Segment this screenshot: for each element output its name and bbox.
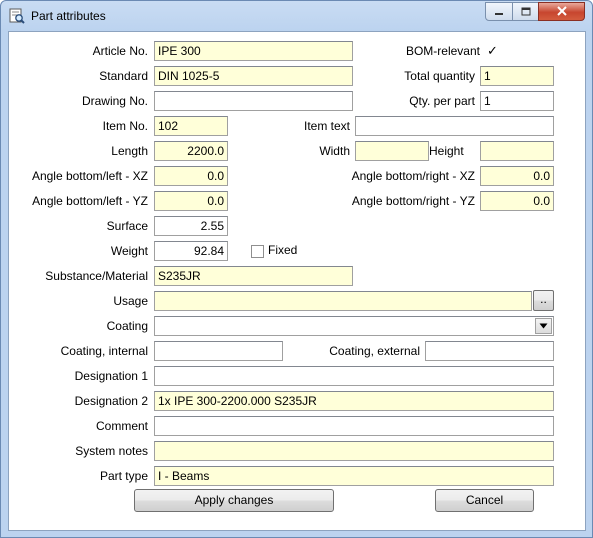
qty-per-part-label: Qty. per part [409,94,475,108]
part-type-field[interactable]: I - Beams [154,466,554,486]
angle-bl-yz-label: Angle bottom/left - YZ [32,194,148,208]
fixed-label: Fixed [268,243,298,257]
material-field[interactable]: S235JR [154,266,353,286]
length-field[interactable]: 2200.0 [154,141,228,161]
bom-relevant-checkbox[interactable]: ✓ [486,44,499,57]
minimize-icon [494,5,504,19]
width-label: Width [319,144,350,158]
comment-label: Comment [95,419,148,433]
height-label: Height [429,144,464,158]
surface-label: Surface [106,219,148,233]
usage-browse-button[interactable]: .. [533,290,554,311]
bom-relevant-label: BOM-relevant [405,44,480,58]
total-quantity-label: Total quantity [404,69,475,83]
maximize-icon [521,5,531,19]
system-notes-label: System notes [75,444,148,458]
coating-external-label: Coating, external [329,344,420,358]
usage-field[interactable] [154,291,532,311]
article-no-label: Article No. [92,44,148,58]
item-text-label: Item text [303,119,350,133]
part-attributes-icon [9,8,25,24]
angle-br-xz-label: Angle bottom/right - XZ [351,169,475,183]
coating-internal-field[interactable] [154,341,283,361]
standard-label: Standard [99,69,148,83]
coating-internal-label: Coating, internal [60,344,148,358]
drawing-no-label: Drawing No. [81,94,148,108]
designation-1-field[interactable] [154,366,554,386]
designation-2-label: Designation 2 [74,394,148,408]
height-field[interactable] [480,141,554,161]
article-no-field[interactable]: IPE 300 [154,41,353,61]
angle-br-yz-label: Angle bottom/right - YZ [351,194,475,208]
standard-field[interactable]: DIN 1025-5 [154,66,353,86]
angle-bl-yz-field[interactable]: 0.0 [154,191,228,211]
system-notes-field[interactable] [154,441,554,461]
angle-br-yz-field[interactable]: 0.0 [480,191,554,211]
close-button[interactable] [538,2,585,21]
apply-changes-button[interactable]: Apply changes [134,489,334,512]
comment-field[interactable] [154,416,554,436]
length-label: Length [111,144,148,158]
title-bar[interactable]: Part attributes [1,1,592,31]
angle-bl-xz-label: Angle bottom/left - XZ [31,169,148,183]
coating-label: Coating [106,319,148,333]
angle-bl-xz-field[interactable]: 0.0 [154,166,228,186]
minimize-button[interactable] [485,2,513,21]
width-field[interactable] [355,141,429,161]
cancel-button[interactable]: Cancel [435,489,534,512]
item-no-field[interactable]: 102 [154,116,228,136]
total-quantity-field[interactable]: 1 [480,66,554,86]
coating-dropdown[interactable] [154,316,554,336]
close-icon [556,5,568,19]
window-title: Part attributes [31,9,106,23]
weight-field[interactable]: 92.84 [154,241,228,261]
part-type-label: Part type [99,469,148,483]
drawing-no-field[interactable] [154,91,353,111]
designation-1-label: Designation 1 [74,369,148,383]
designation-2-field[interactable]: 1x IPE 300-2200.000 S235JR [154,391,554,411]
angle-br-xz-field[interactable]: 0.0 [480,166,554,186]
weight-label: Weight [110,244,148,258]
maximize-button[interactable] [512,2,539,21]
fixed-checkbox[interactable] [251,245,264,258]
surface-field[interactable]: 2.55 [154,216,228,236]
item-text-field[interactable] [355,116,554,136]
chevron-down-icon[interactable] [535,318,552,334]
material-label: Substance/Material [45,269,148,283]
coating-external-field[interactable] [425,341,554,361]
qty-per-part-field[interactable]: 1 [480,91,554,111]
usage-label: Usage [113,294,148,308]
item-no-label: Item No. [102,119,148,133]
